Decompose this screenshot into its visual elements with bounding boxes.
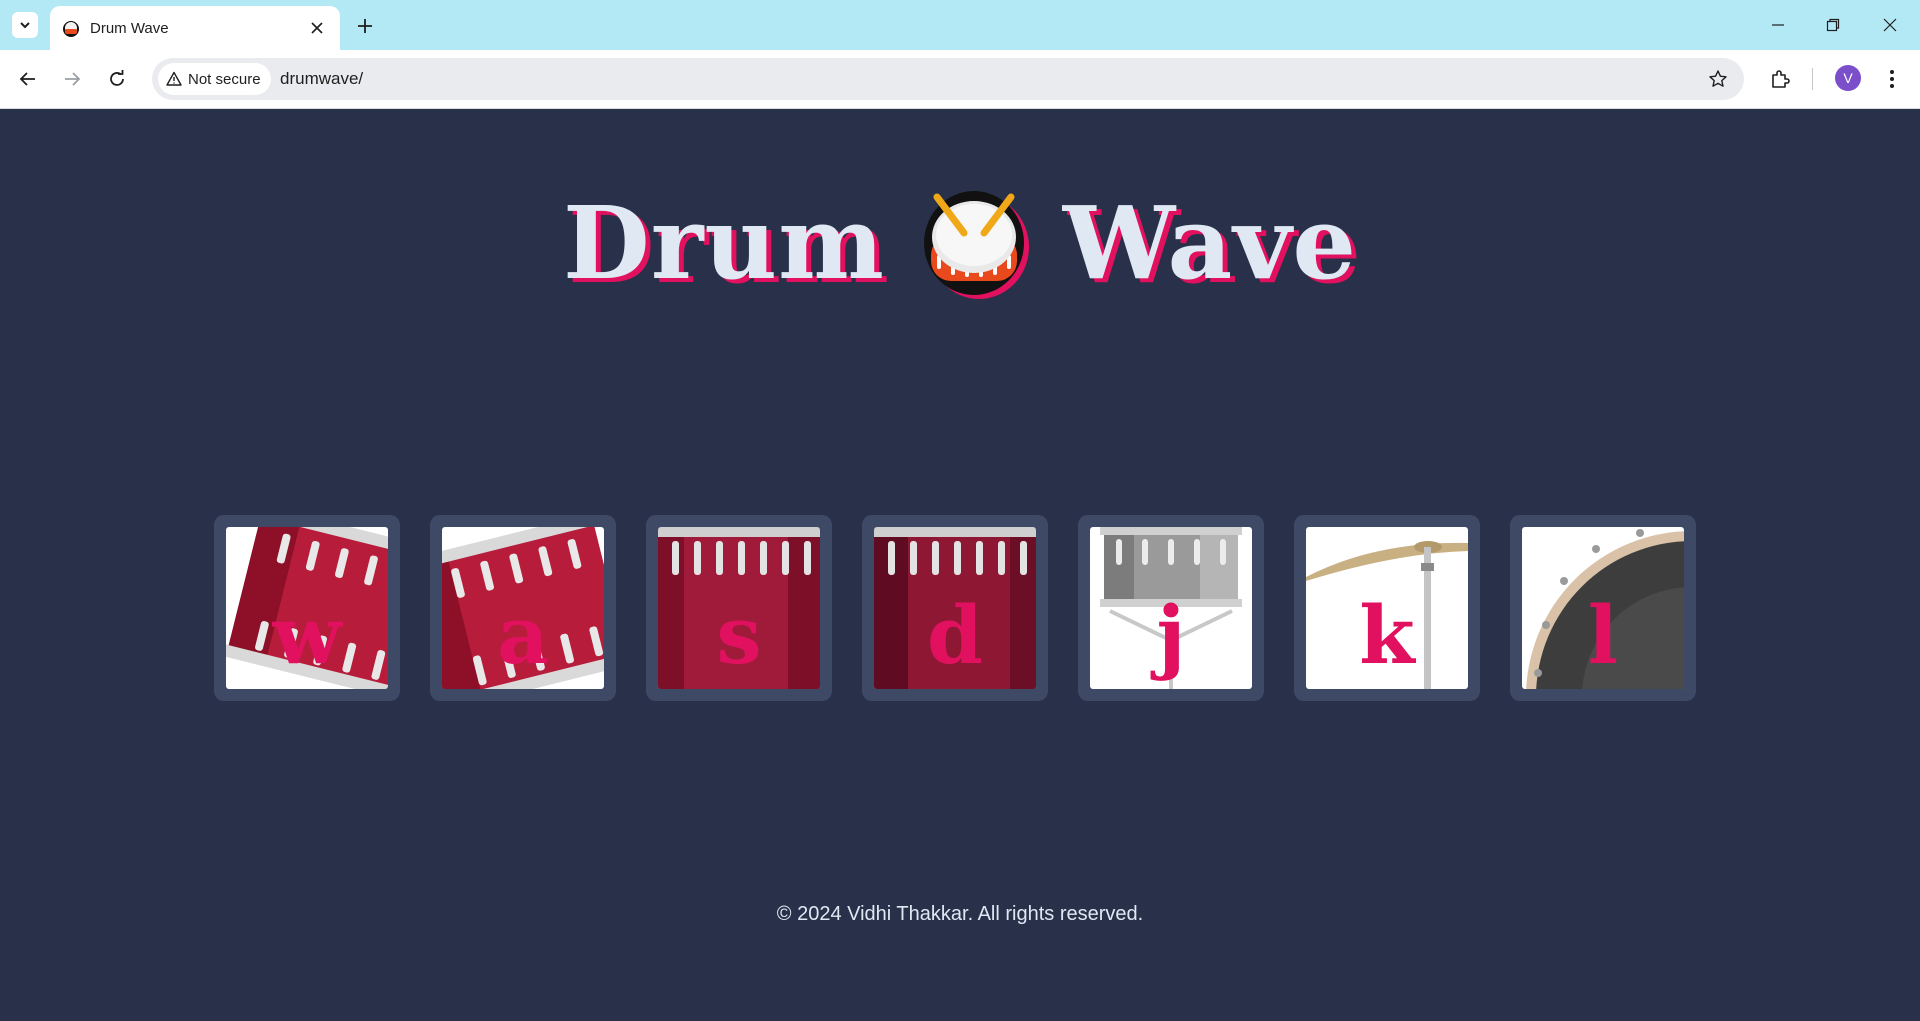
drum-pad-k[interactable]: k	[1294, 515, 1480, 701]
puzzle-icon	[1772, 70, 1790, 88]
pad-image-tom: w	[226, 527, 388, 689]
close-icon	[311, 22, 323, 34]
pad-image-bass-drum: l	[1522, 527, 1684, 689]
new-tab-button[interactable]	[352, 13, 378, 39]
pad-image-snare: s	[658, 527, 820, 689]
restore-button[interactable]	[1817, 10, 1849, 40]
more-vertical-icon	[1890, 70, 1894, 88]
pad-image-silver-snare: j	[1090, 527, 1252, 689]
close-tab-button[interactable]	[308, 19, 326, 37]
pad-key-label: w	[272, 588, 342, 682]
forward-button[interactable]	[58, 65, 86, 93]
drum-pad-a[interactable]: a	[430, 515, 616, 701]
reload-icon	[110, 70, 124, 86]
page-title: Drum Wave	[0, 185, 1920, 301]
url-text[interactable]: drumwave/	[280, 69, 363, 89]
close-window-button[interactable]	[1874, 10, 1906, 40]
pad-key-label: j	[1156, 588, 1186, 682]
arrow-right-icon	[65, 72, 81, 86]
active-tab[interactable]: Drum Wave	[50, 6, 340, 50]
minimize-button[interactable]	[1762, 10, 1794, 40]
drum-pad-w[interactable]: w	[214, 515, 400, 701]
tab-search-button[interactable]	[12, 12, 38, 38]
arrow-left-icon	[19, 72, 35, 86]
chevron-down-icon	[20, 22, 30, 29]
security-label: Not secure	[188, 70, 261, 88]
pad-key-label: a	[497, 588, 549, 682]
title-word-right: Wave	[1062, 184, 1358, 302]
back-button[interactable]	[14, 65, 42, 93]
pad-key-label: d	[927, 588, 983, 682]
profile-avatar[interactable]: V	[1835, 65, 1861, 91]
copyright-footer: © 2024 Vidhi Thakkar. All rights reserve…	[776, 903, 1144, 925]
pad-image-cymbal: k	[1306, 527, 1468, 689]
restore-icon	[1826, 18, 1840, 32]
browser-menu-button[interactable]	[1878, 65, 1906, 93]
pad-key-label: l	[1587, 588, 1619, 682]
title-word-left: Drum	[562, 184, 885, 302]
pad-image-tom: a	[442, 527, 604, 689]
minimize-icon	[1772, 24, 1784, 26]
browser-toolbar: Not secure drumwave/ V	[0, 50, 1920, 109]
drum-favicon-icon	[63, 21, 79, 37]
browser-tab-strip: Drum Wave	[0, 0, 1920, 50]
drum-pad-d[interactable]: d	[862, 515, 1048, 701]
pad-image-snare: d	[874, 527, 1036, 689]
drum-emoji-icon	[923, 191, 1029, 299]
drum-pad-j[interactable]: j	[1078, 515, 1264, 701]
pad-key-label: k	[1359, 588, 1415, 682]
security-chip[interactable]: Not secure	[158, 63, 271, 95]
drum-pad-s[interactable]: s	[646, 515, 832, 701]
close-icon	[1883, 18, 1897, 32]
address-bar[interactable]: Not secure drumwave/	[152, 58, 1744, 100]
warning-icon	[166, 71, 182, 86]
drum-pads: w a s d j k l	[214, 515, 1696, 701]
tab-title: Drum Wave	[90, 20, 169, 37]
drum-pad-l[interactable]: l	[1510, 515, 1696, 701]
plus-icon	[358, 19, 372, 33]
reload-button[interactable]	[103, 65, 131, 93]
toolbar-divider	[1812, 68, 1813, 90]
bookmark-star-icon[interactable]	[1708, 69, 1728, 89]
pad-key-label: s	[716, 588, 762, 682]
extensions-button[interactable]	[1766, 65, 1794, 93]
